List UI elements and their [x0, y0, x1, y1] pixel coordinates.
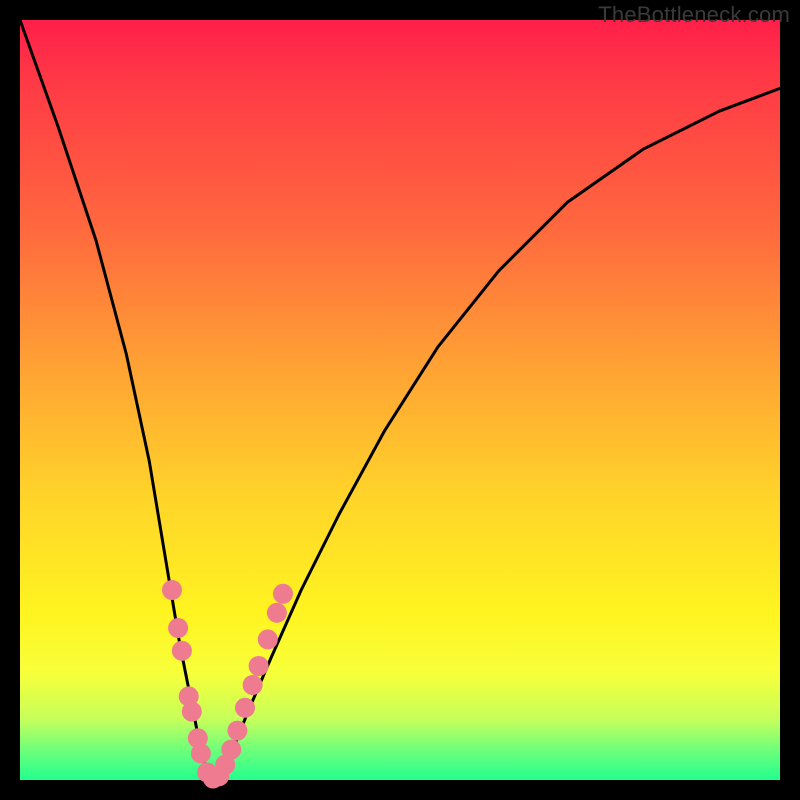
chart-frame: TheBottleneck.com — [0, 0, 800, 800]
chart-svg — [20, 20, 780, 780]
plot-area — [20, 20, 780, 780]
marker-dots — [162, 580, 293, 789]
curve-line — [20, 20, 780, 780]
